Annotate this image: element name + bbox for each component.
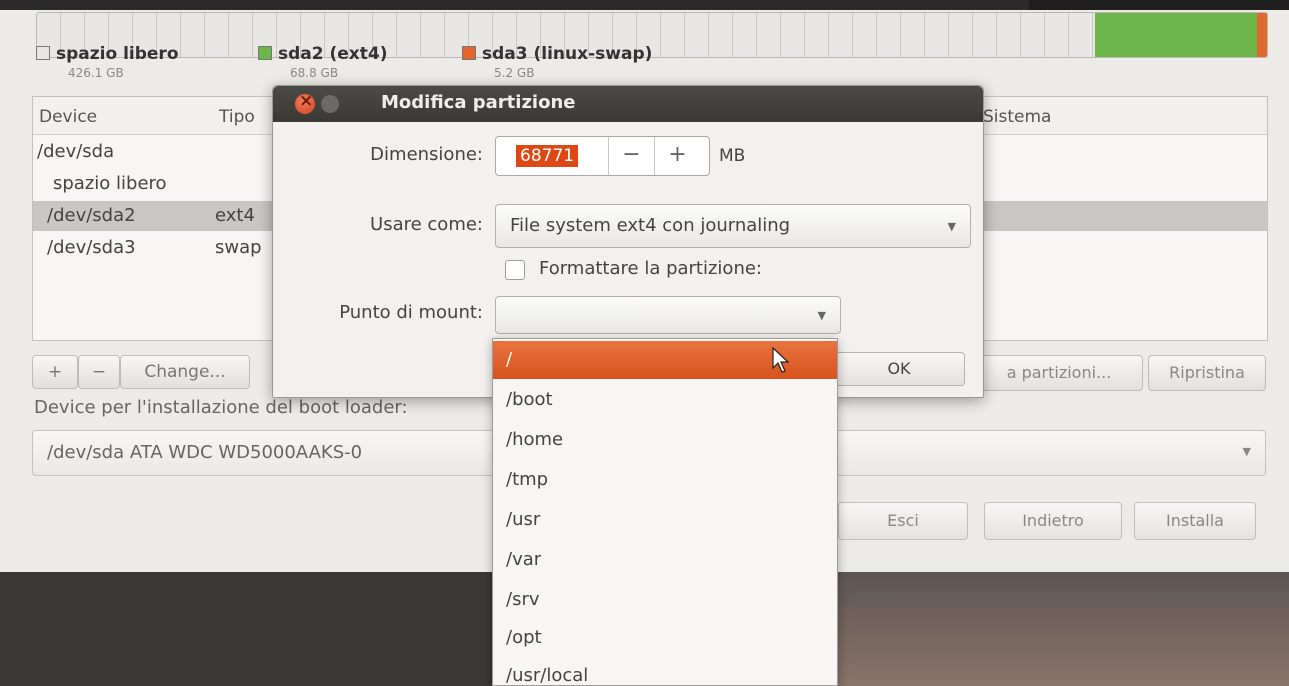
option-label: /srv — [506, 589, 540, 610]
row-type: swap — [215, 237, 262, 258]
chevron-down-icon: ▼ — [1242, 445, 1251, 458]
mount-option[interactable]: /usr — [493, 501, 837, 539]
top-strip — [0, 0, 1289, 10]
legend-name: spazio libero — [56, 44, 179, 64]
chevron-down-icon: ▼ — [947, 220, 956, 233]
legend-item-sda3: sda3 (linux-swap) 5.2 GB — [462, 44, 652, 80]
use-as-combo[interactable]: File system ext4 con journaling ▼ — [495, 204, 971, 248]
decrement-button[interactable]: − — [608, 137, 654, 175]
legend-swatch-sda3 — [462, 46, 476, 60]
mount-point-combo[interactable]: ▼ — [495, 296, 841, 334]
mount-option[interactable]: /home — [493, 421, 837, 459]
chevron-down-icon: ▼ — [817, 309, 826, 322]
legend-item-sda2: sda2 (ext4) 68.8 GB — [258, 44, 388, 80]
option-label: / — [506, 349, 513, 370]
size-spinner[interactable]: 68771 − + — [495, 136, 710, 176]
legend-size: 426.1 GB — [68, 66, 124, 80]
option-label: /var — [506, 549, 542, 570]
back-button[interactable]: Indietro — [984, 502, 1122, 540]
row-device: /dev/sda2 — [47, 205, 136, 226]
mount-point-label: Punto di mount: — [339, 302, 483, 323]
format-checkbox[interactable] — [505, 260, 525, 280]
mount-point-dropdown: / /boot /home /tmp /usr /var /srv /opt /… — [492, 338, 838, 686]
row-device: /dev/sda3 — [47, 237, 136, 258]
remove-partition-button[interactable]: − — [78, 355, 120, 389]
mount-option[interactable]: /usr/local — [493, 657, 837, 686]
minimize-icon[interactable] — [321, 95, 339, 113]
use-as-value: File system ext4 con journaling — [510, 215, 791, 236]
legend-swatch-sda2 — [258, 46, 272, 60]
row-device: /dev/sda — [37, 141, 115, 162]
col-header-system[interactable]: Sistema — [983, 107, 1051, 127]
use-as-label: Usare come: — [370, 214, 483, 235]
ok-button[interactable]: OK — [833, 352, 965, 386]
option-label: /boot — [506, 389, 553, 410]
close-icon[interactable] — [295, 91, 315, 114]
option-label: /tmp — [506, 469, 549, 490]
change-partition-button[interactable]: Change... — [120, 355, 250, 389]
option-label: /opt — [506, 627, 542, 648]
new-partition-table-button[interactable]: a partizioni... — [975, 355, 1143, 391]
size-label: Dimensione: — [370, 144, 483, 165]
legend-item-free: spazio libero 426.1 GB — [36, 44, 179, 80]
quit-button[interactable]: Esci — [838, 502, 968, 540]
mount-option[interactable]: /var — [493, 541, 837, 579]
size-input[interactable]: 68771 — [516, 145, 579, 167]
option-label: /usr — [506, 509, 541, 530]
row-device: spazio libero — [53, 173, 167, 194]
legend-name: sda3 (linux-swap) — [482, 44, 653, 64]
size-unit: MB — [719, 146, 746, 166]
mount-option[interactable]: /tmp — [493, 461, 837, 499]
row-type: ext4 — [215, 205, 255, 226]
install-button[interactable]: Installa — [1134, 502, 1256, 540]
dialog-titlebar[interactable]: Modifica partizione — [273, 86, 983, 122]
increment-button[interactable]: + — [654, 137, 700, 175]
mount-option[interactable]: /opt — [493, 619, 837, 657]
legend-size: 68.8 GB — [290, 66, 339, 80]
top-strip-dark — [1029, 0, 1289, 10]
option-label: /home — [506, 429, 564, 450]
col-header-type[interactable]: Tipo — [219, 107, 255, 127]
disk-segment-sda2 — [1094, 13, 1258, 57]
legend-name: sda2 (ext4) — [278, 44, 388, 64]
revert-button[interactable]: Ripristina — [1148, 355, 1266, 391]
legend-swatch-free — [36, 46, 50, 60]
footer-gradient — [835, 572, 1289, 686]
dialog-title: Modifica partizione — [381, 92, 576, 113]
format-label[interactable]: Formattare la partizione: — [539, 258, 762, 279]
boot-loader-label: Device per l'installazione del boot load… — [34, 397, 408, 418]
add-partition-button[interactable]: + — [32, 355, 78, 389]
legend-size: 5.2 GB — [494, 66, 535, 80]
mount-option[interactable]: /srv — [493, 581, 837, 619]
col-header-device[interactable]: Device — [39, 107, 97, 127]
option-label: /usr/local — [506, 665, 589, 686]
mount-option[interactable]: /boot — [493, 381, 837, 419]
mouse-pointer-icon — [772, 347, 790, 373]
disk-segment-sda3 — [1257, 13, 1267, 57]
boot-loader-value: /dev/sda ATA WDC WD5000AAKS-0 — [47, 442, 363, 463]
